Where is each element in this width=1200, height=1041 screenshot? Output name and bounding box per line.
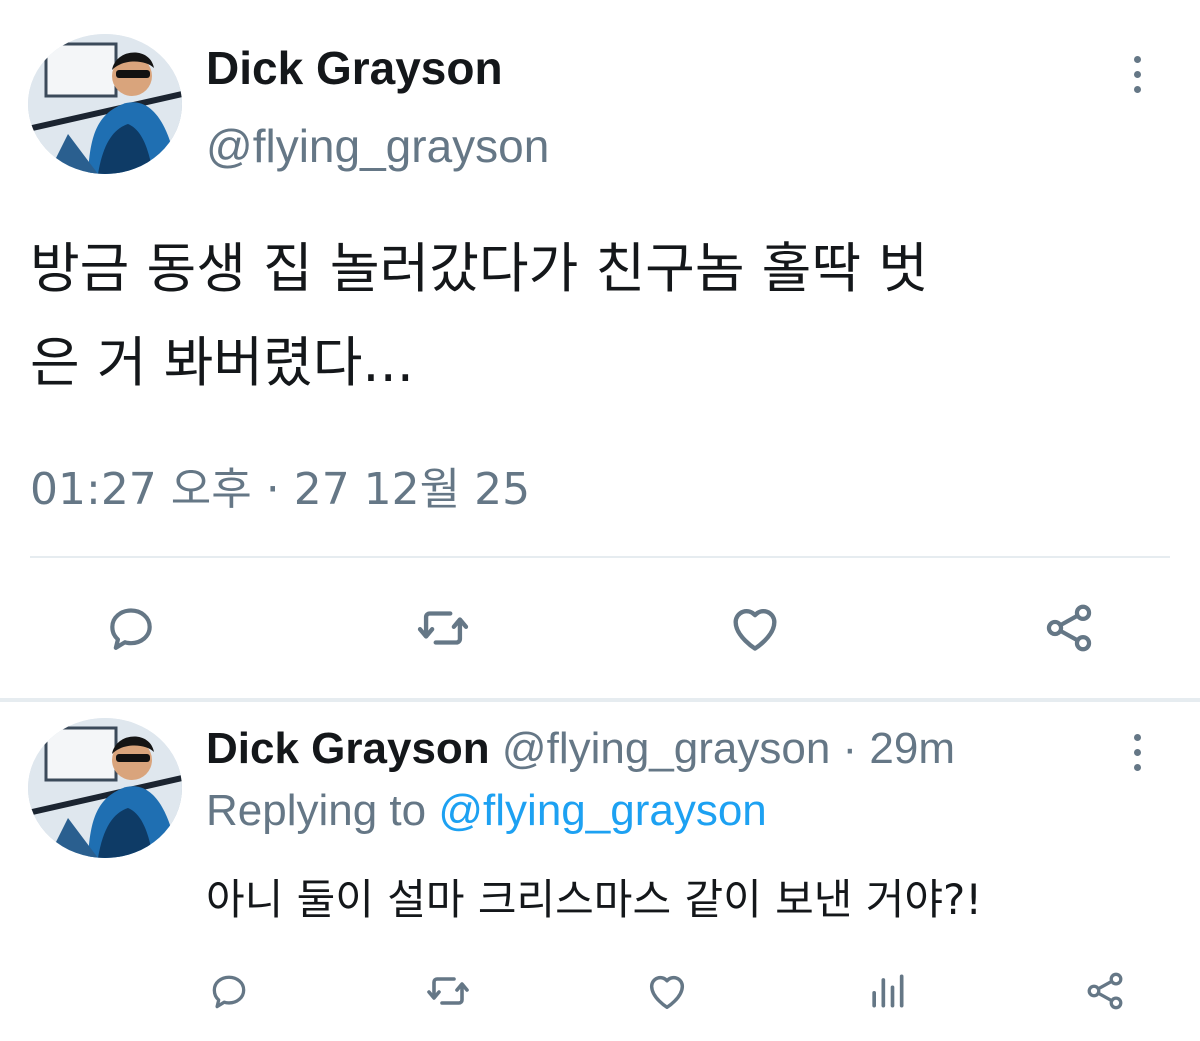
retweet-icon (417, 611, 469, 645)
share-icon (1087, 972, 1123, 1010)
reply-author-handle[interactable]: @flying_grayson (502, 724, 830, 773)
replying-to-label: Replying to (206, 786, 427, 835)
more-options-icon[interactable] (1130, 56, 1144, 93)
reply-like-button[interactable] (640, 966, 694, 1016)
replying-to-handle[interactable]: @flying_grayson (438, 786, 766, 835)
reply-analytics-button[interactable] (862, 966, 912, 1016)
replying-to: Replying to @flying_grayson (206, 784, 767, 838)
author-name[interactable]: Dick Grayson (206, 42, 503, 94)
share-icon (1046, 604, 1092, 652)
section-separator (0, 698, 1200, 702)
author-avatar[interactable] (28, 34, 182, 174)
reply-reply-button[interactable] (204, 966, 254, 1016)
reply-icon (212, 975, 246, 1009)
author-handle[interactable]: @flying_grayson (206, 120, 549, 172)
reply-text: 아니 둘이 설마 크리스마스 같이 보낸 거야?! (206, 875, 983, 924)
retweet-icon (427, 977, 469, 1005)
tweet-divider (30, 556, 1170, 558)
reply-button[interactable] (98, 598, 164, 658)
reply-header: Dick Grayson @flying_grayson · 29m (206, 722, 955, 776)
reply-retweet-button[interactable] (420, 966, 476, 1016)
reply-more-options-icon[interactable] (1130, 734, 1144, 771)
like-icon (733, 609, 777, 651)
avatar-image (28, 34, 182, 174)
analytics-icon (872, 974, 904, 1008)
reply-icon (110, 608, 152, 650)
like-button[interactable] (720, 598, 790, 658)
tweet-timestamp[interactable]: 01:27 오후 · 27 12월 25 (30, 462, 530, 518)
retweet-button[interactable] (408, 598, 478, 658)
reply-time: · 29m (842, 724, 956, 773)
reply-avatar-image (28, 718, 182, 858)
share-button[interactable] (1036, 598, 1102, 658)
tweet-text-line-2: 은 거 봐버렸다... (30, 331, 414, 394)
reply-author-name[interactable]: Dick Grayson (206, 724, 490, 773)
reply-share-button[interactable] (1080, 966, 1130, 1016)
tweet-text-line-1: 방금 동생 집 놀러갔다가 친구놈 홀딱 벗 (30, 237, 928, 300)
like-icon (649, 975, 685, 1010)
reply-author-avatar[interactable] (28, 718, 182, 858)
